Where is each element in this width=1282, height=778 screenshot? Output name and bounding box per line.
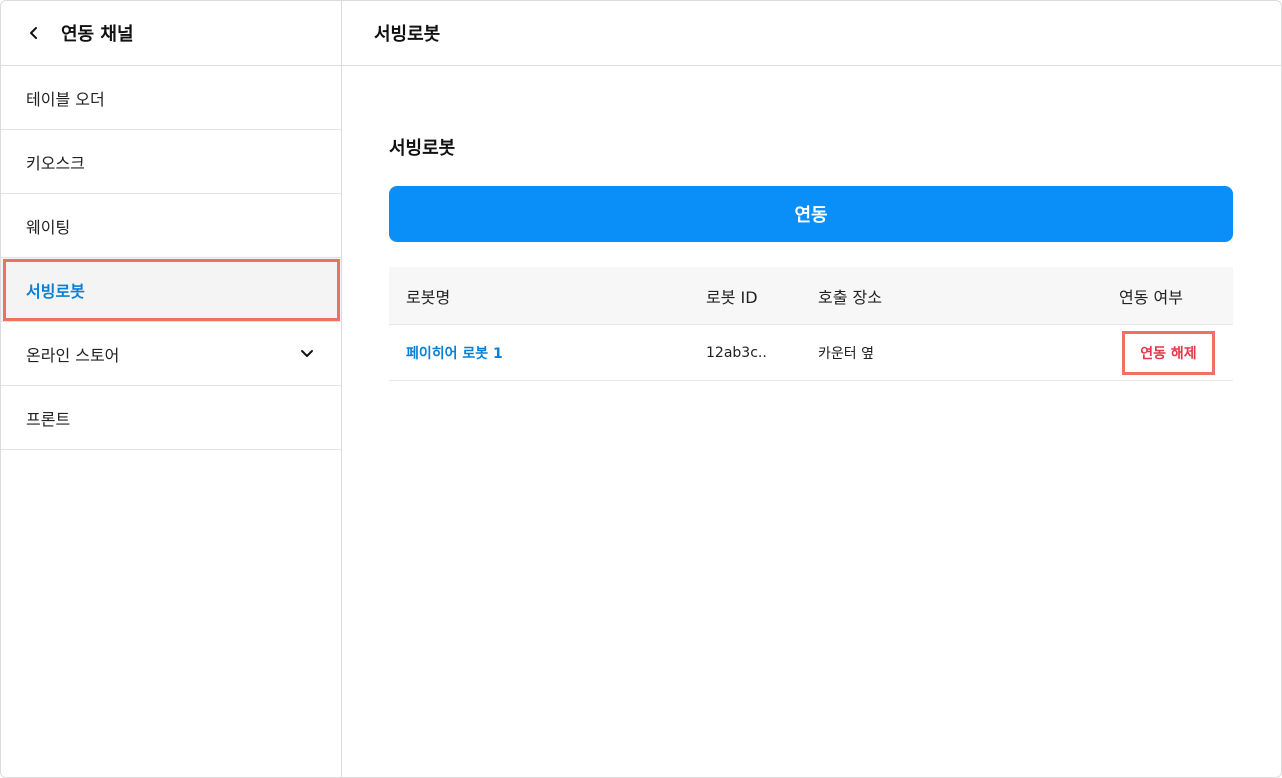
table-header: 로봇명 로봇 ID 호출 장소 연동 여부 (389, 267, 1233, 325)
table-row: 페이히어 로봇 1 12ab3c.. 카운터 옆 연동 해제 (389, 325, 1233, 381)
sidebar-item-label: 서빙로봇 (26, 281, 85, 301)
chevron-left-icon[interactable] (25, 24, 43, 42)
chevron-down-icon[interactable] (299, 346, 315, 362)
sidebar: 연동 채널 테이블 오더 키오스크 웨이팅 서빙로봇 온라인 스토어 프론트 (1, 1, 342, 777)
column-header-link-status: 연동 여부 (1119, 287, 1183, 307)
link-button[interactable]: 연동 (389, 186, 1233, 242)
section-title: 서빙로봇 (389, 138, 456, 159)
column-header-robot-id: 로봇 ID (706, 287, 758, 307)
sidebar-title: 연동 채널 (61, 24, 134, 45)
sidebar-item-label: 테이블 오더 (26, 89, 105, 109)
sidebar-header: 연동 채널 (1, 1, 341, 66)
unlink-button[interactable]: 연동 해제 (1122, 331, 1215, 375)
sidebar-item-online-store[interactable]: 온라인 스토어 (1, 322, 341, 386)
robot-name-link[interactable]: 페이히어 로봇 1 (406, 343, 503, 363)
page-title: 서빙로봇 (342, 1, 1281, 66)
sidebar-item-label: 웨이팅 (26, 217, 71, 237)
sidebar-item-serving-robot[interactable]: 서빙로봇 (1, 258, 341, 322)
sidebar-item-waiting[interactable]: 웨이팅 (1, 194, 341, 258)
main-content: 서빙로봇 서빙로봇 연동 로봇명 로봇 ID 호출 장소 연동 여부 페이히어 … (342, 1, 1281, 777)
sidebar-item-kiosk[interactable]: 키오스크 (1, 130, 341, 194)
call-location-cell: 카운터 옆 (818, 345, 874, 362)
sidebar-item-front[interactable]: 프론트 (1, 386, 341, 450)
app-window: 연동 채널 테이블 오더 키오스크 웨이팅 서빙로봇 온라인 스토어 프론트 서… (0, 0, 1282, 778)
sidebar-item-label: 키오스크 (26, 153, 85, 173)
sidebar-item-table-order[interactable]: 테이블 오더 (1, 66, 341, 130)
robot-id-cell: 12ab3c.. (706, 344, 767, 361)
sidebar-item-label: 온라인 스토어 (26, 345, 120, 365)
column-header-call-location: 호출 장소 (818, 287, 882, 307)
column-header-robot-name: 로봇명 (406, 287, 451, 307)
sidebar-item-label: 프론트 (26, 409, 71, 429)
robot-table: 로봇명 로봇 ID 호출 장소 연동 여부 페이히어 로봇 1 12ab3c..… (389, 267, 1233, 381)
